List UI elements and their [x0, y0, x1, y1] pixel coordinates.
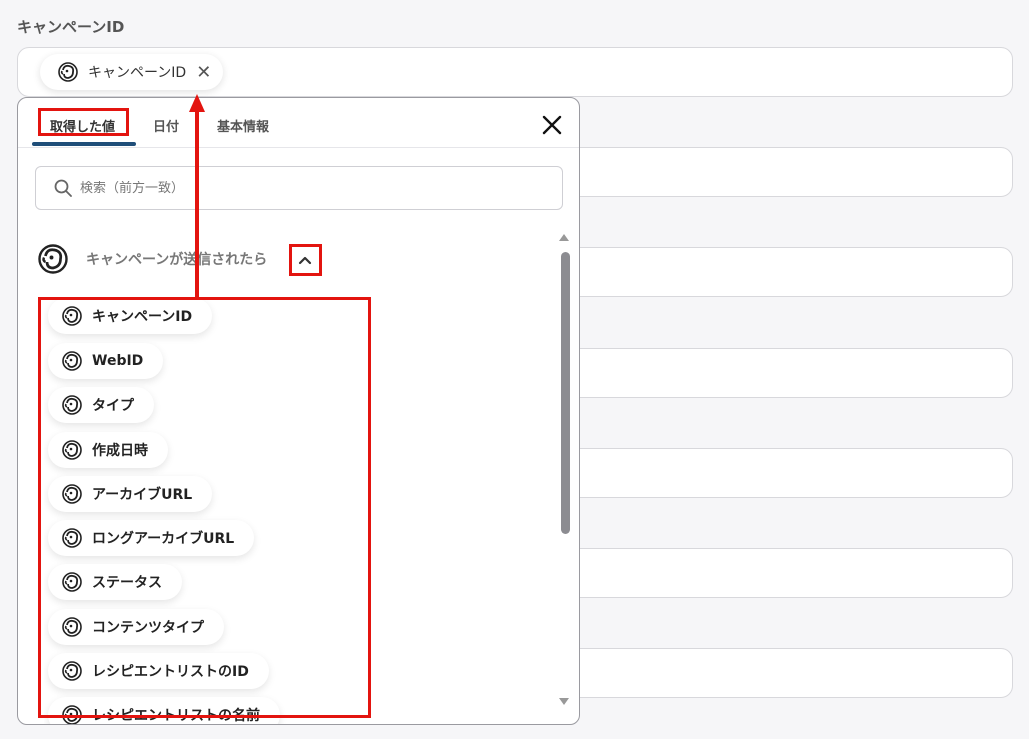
chip-label: キャンペーンID — [88, 65, 187, 81]
field-label: キャンペーンID — [17, 18, 125, 36]
close-icon[interactable] — [539, 112, 565, 138]
scroll-up-arrow[interactable] — [559, 234, 569, 241]
mailchimp-icon — [58, 62, 78, 82]
highlight-tab-box — [38, 108, 129, 136]
search-box — [35, 166, 563, 210]
active-tab-indicator — [32, 142, 136, 146]
scrollbar-thumb[interactable] — [561, 252, 570, 534]
group-header[interactable]: キャンペーンが送信されたら — [38, 244, 267, 274]
group-title: キャンペーンが送信されたら — [86, 252, 268, 268]
scroll-down-arrow[interactable] — [559, 698, 569, 705]
mailchimp-icon — [38, 244, 68, 274]
annotation-arrow-line — [195, 112, 199, 298]
selected-value-chip[interactable]: キャンペーンID ✕ — [40, 54, 224, 90]
highlight-chevron-box — [289, 244, 322, 276]
search-icon — [54, 179, 72, 197]
tab-date[interactable]: 日付 — [153, 116, 179, 135]
annotation-arrow-head — [189, 94, 205, 112]
search-input[interactable] — [80, 180, 520, 196]
tab-basic-info[interactable]: 基本情報 — [217, 116, 269, 135]
close-icon[interactable]: ✕ — [196, 62, 211, 83]
highlight-list-box — [38, 297, 371, 718]
